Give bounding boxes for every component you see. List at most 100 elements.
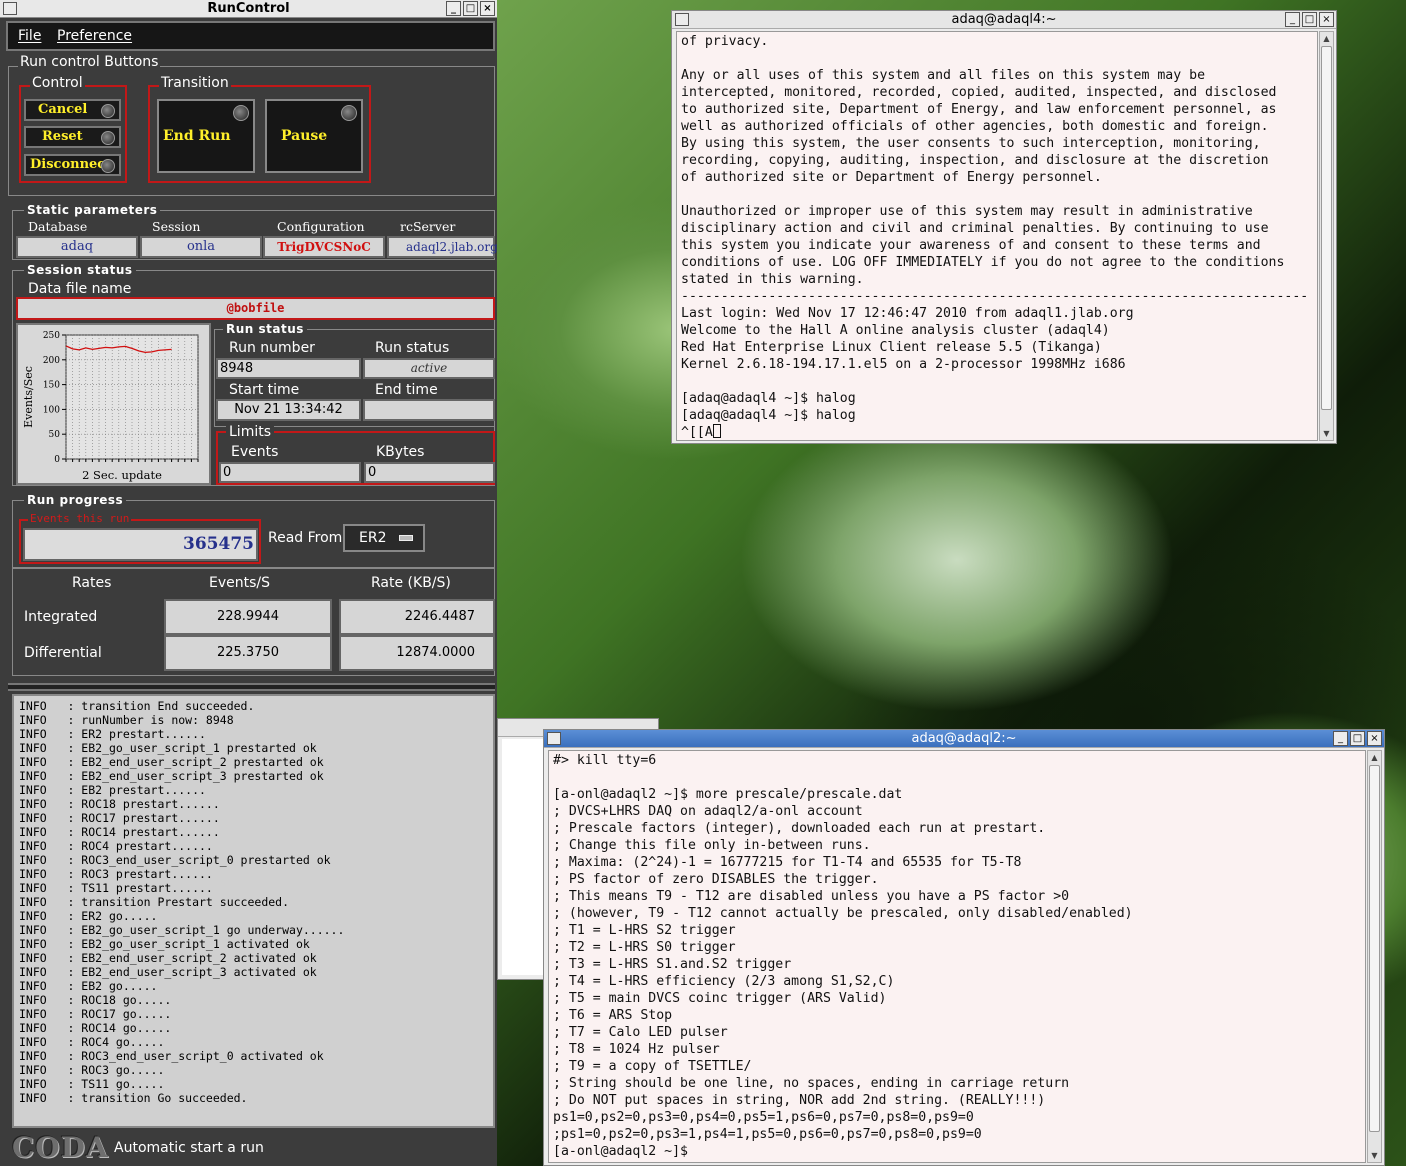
database-label: Database [28,219,88,234]
terminal-line: Welcome to the Hall A online analysis cl… [681,323,1110,338]
message-log[interactable]: INFO : transition End succeeded. INFO : r… [12,694,495,1128]
disconnect-label: Disconnect [30,157,112,172]
close-icon[interactable]: × [1319,12,1334,27]
pause-label: Pause [281,128,328,144]
terminal-line: [a-onl@adaql2 ~]$ more prescale/prescale… [553,787,903,802]
terminal-line: #> kill tty=6 [553,753,657,768]
terminal-adaql4-titlebar[interactable]: adaq@adaql4:~ _ □ × [672,11,1336,29]
scroll-down-icon[interactable]: ▼ [1368,1149,1381,1162]
close-icon[interactable]: × [1367,731,1382,746]
limit-kbytes-input[interactable]: 0 [364,462,495,483]
terminal-adaql2-output[interactable]: #> kill tty=6 [a-onl@adaql2 ~]$ more pre… [548,750,1366,1163]
log-line: INFO : ROC17 go..... [19,1007,172,1021]
terminal-line: ; T4 = L-HRS efficiency (2/3 among S1,S2… [553,974,895,989]
terminal-line: ; Maxima: (2^24)-1 = 16777215 for T1-T4 … [553,855,1022,870]
datafile-field: @bobfile [16,297,495,320]
terminal-line: By using this system, the user consents … [681,136,1261,151]
scroll-up-icon[interactable]: ▲ [1320,32,1333,45]
minimize-icon[interactable]: _ [1333,731,1348,746]
reset-button[interactable]: Reset [24,126,121,148]
footer-status-text: Automatic start a run [114,1140,264,1156]
led-indicator-icon [233,105,249,121]
terminal-adaql4-scrollbar[interactable]: ▲ ▼ [1319,31,1334,441]
database-field: adaq [16,236,138,258]
menu-preference[interactable]: Preference [57,28,132,44]
scroll-down-icon[interactable]: ▼ [1320,427,1333,440]
cancel-button[interactable]: Cancel [24,99,121,121]
window-menu-icon[interactable] [3,2,17,15]
option-menu-icon [399,535,413,541]
maximize-icon[interactable]: □ [463,1,478,16]
chart-y-tick-label: 100 [43,405,60,415]
window-menu-icon[interactable] [675,13,689,26]
log-line: INFO : ROC14 prestart...... [19,825,220,839]
scrollbar-thumb[interactable] [1321,46,1332,410]
minimize-icon[interactable]: _ [1285,12,1300,27]
static-params-label: Static parameters [24,203,161,217]
pause-button[interactable]: Pause [265,99,363,173]
integrated-events-field: 228.9944 [164,599,332,635]
terminal-line: Kernel 2.6.18-194.17.1.el5 on a 2-proces… [681,357,1126,372]
run-number-label: Run number [229,340,315,356]
log-line: INFO : ER2 prestart...... [19,727,206,741]
log-line: INFO : EB2 go..... [19,979,158,993]
window-title: RunControl [207,1,290,16]
scroll-up-icon[interactable]: ▲ [1368,751,1381,764]
terminal-line: ps1=0,ps2=0,ps3=0,ps4=0,ps5=1,ps6=0,ps7=… [553,1110,974,1125]
log-line: INFO : transition Go succeeded. [19,1091,248,1105]
run-status-field: active [363,358,495,379]
run-status-field-label: Run status [375,340,450,356]
limit-events-input[interactable]: 0 [219,462,361,483]
terminal-line: ; T6 = ARS Stop [553,1008,673,1023]
chart-y-axis-label: Events/Sec [22,366,35,428]
transition-label: Transition [159,75,231,91]
chart-y-tick-label: 50 [49,430,61,440]
read-from-select[interactable]: ER2 [343,524,425,552]
limits-label: Limits [226,424,274,440]
terminal-adaql2-scrollbar[interactable]: ▲ ▼ [1367,750,1382,1163]
end-run-button[interactable]: End Run [157,99,255,173]
terminal-adaql4-output[interactable]: of privacy. Any or all uses of this syst… [676,31,1318,441]
minimize-icon[interactable]: _ [446,1,461,16]
menu-file[interactable]: File [18,28,41,44]
terminal-line: ; This means T9 - T12 are disabled unles… [553,889,1070,904]
disconnect-button[interactable]: Disconnect [24,154,121,176]
terminal-line: ; T8 = 1024 Hz pulser [553,1042,720,1057]
log-line: INFO : ER2 go..... [19,909,158,923]
control-label: Control [30,75,85,91]
log-line: INFO : EB2 prestart...... [19,783,206,797]
end-time-label: End time [375,382,438,398]
differential-events-field: 225.3750 [164,635,332,671]
log-line: INFO : EB2_go_user_script_1 activated ok [19,937,310,951]
chart-y-tick-label: 200 [43,356,60,366]
scrollbar-thumb[interactable] [1369,765,1380,1132]
text-cursor [712,424,721,438]
maximize-icon[interactable]: □ [1350,731,1365,746]
terminal-line: to authorized site, Department of Energy… [681,102,1277,117]
rate-kbs-header: Rate (KB/S) [371,575,451,591]
window-menu-icon[interactable] [547,732,561,745]
log-line: INFO : EB2_go_user_script_1 go underway.… [19,923,345,937]
log-line: INFO : EB2_end_user_script_2 prestarted … [19,755,324,769]
maximize-icon[interactable]: □ [1302,12,1317,27]
led-indicator-icon [101,104,115,118]
rcserver-field: adaql2.jlab.org [387,236,497,258]
read-from-value: ER2 [359,530,387,546]
pane-separator[interactable] [8,683,495,691]
run-progress-label: Run progress [24,493,127,507]
terminal-line: [adaq@adaql4 ~]$ halog [681,408,856,423]
terminal-adaql2-titlebar[interactable]: adaq@adaql2:~ _ □ × [544,730,1384,748]
close-icon[interactable]: × [480,1,495,16]
run-status-label: Run status [223,322,307,336]
limit-events-label: Events [231,444,279,460]
terminal-line: disciplinary action and civil and crimin… [681,221,1269,236]
end-time-field [363,399,495,421]
menu-bar: File Preference [6,21,495,51]
runcontrol-titlebar[interactable]: RunControl _ □ × [0,0,497,18]
terminal-line: conditions of use. LOG OFF IMMEDIATELY i… [681,255,1285,270]
start-time-field: Nov 21 13:34:42 [216,399,361,421]
terminal-line: ; Do NOT put spaces in string, NOR add 2… [553,1093,1046,1108]
rate-chart: 0 50 100 150 200 250 Events/Sec 2 Sec. update [22,331,199,482]
terminal-adaql2-title: adaq@adaql2:~ [911,731,1017,746]
